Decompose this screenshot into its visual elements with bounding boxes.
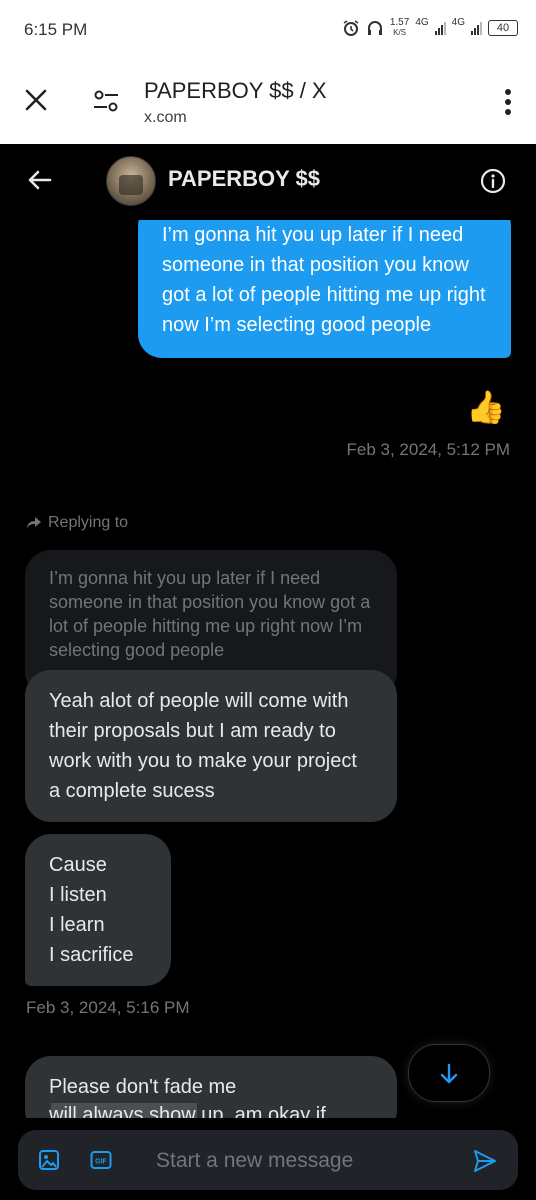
- alarm-icon: [343, 20, 359, 36]
- message-line: I learn: [49, 914, 105, 936]
- message-timestamp: Feb 3, 2024, 5:12 PM: [346, 440, 511, 459]
- message-line: Cause: [49, 854, 107, 876]
- status-bar: 6:15 PM 1.57 K/S 4G 4G 40: [0, 0, 536, 60]
- composer-area: GIF: [0, 1118, 536, 1200]
- scroll-to-bottom-button[interactable]: [408, 1044, 490, 1102]
- conversation-header: PAPERBOY $$: [0, 144, 536, 220]
- replying-to-text: Replying to: [48, 514, 129, 531]
- status-icons: 1.57 K/S 4G 4G 40: [342, 16, 518, 38]
- network-type-1: 4G: [415, 16, 429, 28]
- site-settings-icon[interactable]: [92, 88, 120, 114]
- message-list[interactable]: I’m gonna hit you up later if I need som…: [0, 220, 536, 1120]
- thumbs-up-reaction[interactable]: 👍: [466, 388, 506, 426]
- incoming-message[interactable]: Yeah alot of people will come with their…: [25, 670, 397, 822]
- composer: GIF: [18, 1130, 518, 1190]
- network-type-2: 4G: [451, 16, 465, 28]
- avatar[interactable]: [106, 156, 156, 206]
- message-line: I sacrifice: [49, 944, 134, 966]
- info-icon[interactable]: [480, 168, 506, 194]
- outgoing-message[interactable]: I’m gonna hit you up later if I need som…: [138, 220, 511, 358]
- reply-arrow-icon: [27, 517, 41, 529]
- battery-indicator: 40: [488, 20, 518, 36]
- headphones-icon: [367, 21, 382, 35]
- more-vert-icon[interactable]: [504, 88, 512, 116]
- net-speed-value: 1.57: [389, 17, 410, 28]
- message-timestamp: Feb 3, 2024, 5:16 PM: [26, 998, 190, 1017]
- net-speed: 1.57 K/S: [390, 18, 409, 38]
- incoming-message[interactable]: Cause I listen I learn I sacrifice: [25, 834, 171, 986]
- signal-icon: [471, 21, 482, 35]
- page-url[interactable]: x.com: [144, 109, 187, 127]
- gif-icon[interactable]: GIF: [90, 1149, 112, 1171]
- conversation-name[interactable]: PAPERBOY $$: [168, 166, 320, 192]
- status-time: 6:15 PM: [24, 20, 88, 39]
- message-line: I listen: [49, 884, 107, 906]
- message-input[interactable]: [154, 1144, 458, 1178]
- message-line: Please don't fade me: [49, 1076, 237, 1098]
- send-icon[interactable]: [472, 1148, 498, 1174]
- signal-icon: [434, 21, 446, 35]
- image-icon[interactable]: [38, 1149, 60, 1171]
- svg-text:GIF: GIF: [95, 1159, 107, 1166]
- page-title: PAPERBOY $$ / X: [144, 78, 327, 103]
- back-arrow-icon[interactable]: [26, 166, 54, 194]
- replying-to-label: Replying to: [26, 514, 128, 532]
- browser-header: PAPERBOY $$ / X x.com: [0, 60, 536, 144]
- message-line: will always show up, am okay if: [49, 1104, 326, 1120]
- net-speed-unit: K/S: [393, 28, 407, 37]
- close-icon[interactable]: [22, 86, 50, 114]
- arrow-down-icon: [440, 1063, 458, 1084]
- incoming-message[interactable]: Please don't fade me will always show up…: [25, 1056, 397, 1120]
